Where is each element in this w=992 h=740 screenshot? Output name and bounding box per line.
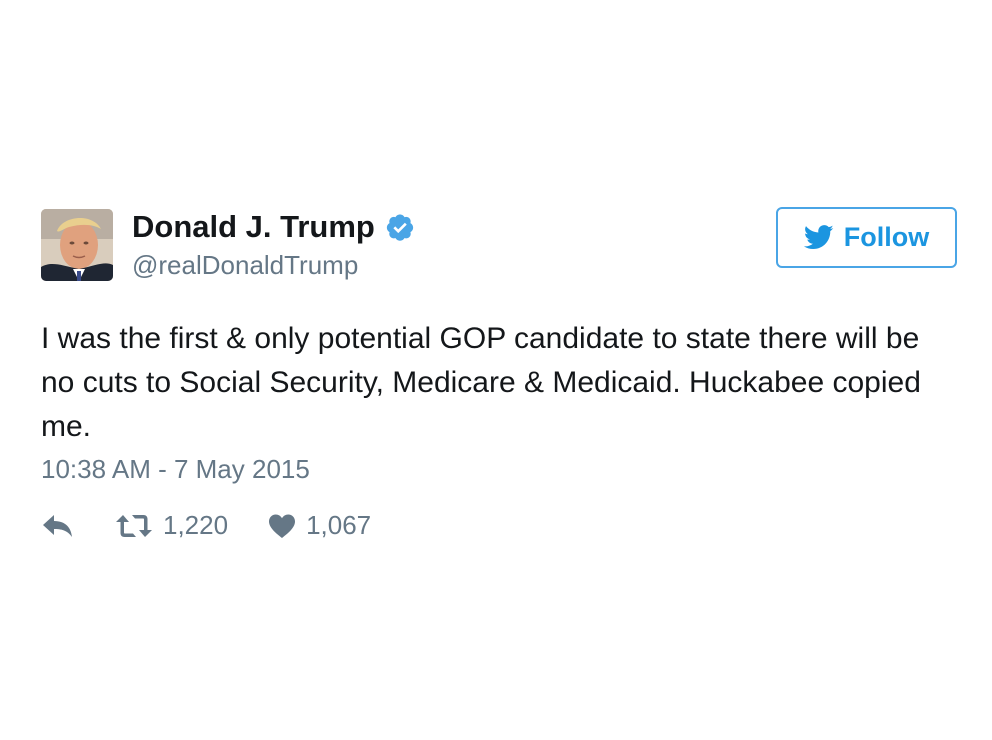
display-name[interactable]: Donald J. Trump bbox=[132, 209, 375, 245]
reply-icon bbox=[43, 514, 72, 537]
twitter-bird-icon bbox=[803, 225, 834, 249]
user-handle[interactable]: @realDonaldTrump bbox=[132, 250, 415, 281]
tweet-text: I was the first & only potential GOP can… bbox=[41, 322, 921, 443]
retweet-count: 1,220 bbox=[163, 510, 229, 540]
follow-label: Follow bbox=[843, 222, 930, 252]
reply-button[interactable] bbox=[41, 513, 75, 539]
name-row: Donald J. Trump bbox=[132, 207, 415, 247]
like-count: 1,067 bbox=[306, 510, 372, 540]
tweet-timestamp[interactable]: 10:38 AM - 7 May 2015 bbox=[41, 454, 310, 485]
tweet-actions: 1,220 1,067 bbox=[41, 510, 371, 541]
retweet-icon bbox=[116, 514, 152, 537]
heart-icon bbox=[269, 514, 296, 538]
follow-button[interactable]: Follow bbox=[776, 207, 957, 268]
user-info: Donald J. Trump @realDonaldTrump bbox=[132, 207, 415, 281]
verified-badge-icon bbox=[386, 214, 413, 241]
profile-photo bbox=[41, 209, 113, 281]
avatar[interactable] bbox=[41, 209, 113, 281]
like-button[interactable]: 1,067 bbox=[268, 510, 371, 541]
retweet-button[interactable]: 1,220 bbox=[115, 510, 228, 541]
